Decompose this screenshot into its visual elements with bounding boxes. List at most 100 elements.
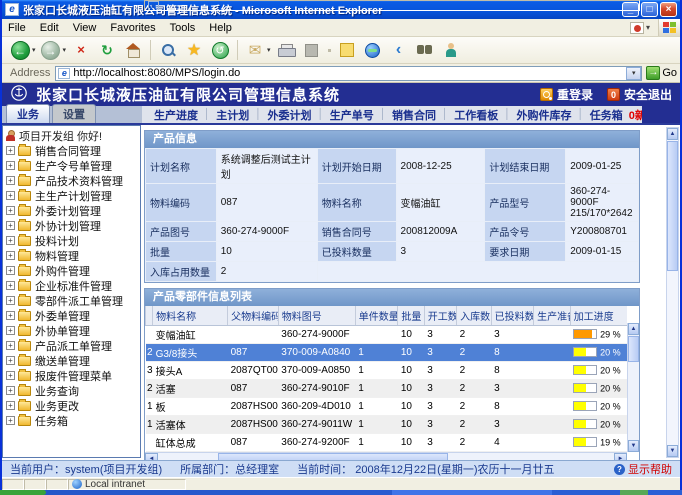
expand-icon[interactable]: + xyxy=(6,371,15,380)
tree-item[interactable]: +外委计划管理 xyxy=(5,203,140,218)
tree-item[interactable]: +缴送单管理 xyxy=(5,353,140,368)
help-link[interactable]: ? 显示帮助 xyxy=(614,461,672,477)
scroll-thumb[interactable] xyxy=(628,336,639,362)
menu-item[interactable]: File xyxy=(8,22,26,34)
addon-icon[interactable] xyxy=(630,22,644,34)
expand-icon[interactable]: + xyxy=(6,176,15,185)
tree-item[interactable]: +投料计划 xyxy=(5,233,140,248)
scroll-down-icon[interactable]: ▼ xyxy=(628,440,639,452)
research-button[interactable] xyxy=(413,38,437,62)
expand-icon[interactable]: + xyxy=(6,326,15,335)
table-row[interactable]: 变幅油缸360-274-9000F1032329 % xyxy=(146,326,628,344)
back-dropdown-icon[interactable]: ▾ xyxy=(32,46,36,54)
mail-button[interactable]: ✉ xyxy=(243,38,267,62)
home-button[interactable] xyxy=(121,38,145,62)
tree-item[interactable]: +零部件派工单管理 xyxy=(5,293,140,308)
tree-item[interactable]: +外协计划管理 xyxy=(5,218,140,233)
expand-icon[interactable]: + xyxy=(6,386,15,395)
nav-item[interactable]: 主计划 xyxy=(216,107,249,123)
tree-item[interactable]: +报废件管理菜单 xyxy=(5,368,140,383)
tab-business[interactable]: 业务 xyxy=(6,104,50,123)
tree-item[interactable]: +外购件管理 xyxy=(5,263,140,278)
expand-icon[interactable]: + xyxy=(6,296,15,305)
nav-item[interactable]: 生产进度 xyxy=(154,107,198,123)
table-row[interactable]: 3接头A2087QT002370-009-A085011032820 % xyxy=(146,362,628,380)
favorites-button[interactable]: ★ xyxy=(182,38,206,62)
column-header[interactable]: 单件数量 xyxy=(355,306,398,326)
table-row[interactable]: 2活塞087360-274-9010F11032320 % xyxy=(146,380,628,398)
address-input[interactable]: e http://localhost:8080/MPS/login.do ▾ xyxy=(55,66,642,81)
column-header[interactable]: 生产准备 xyxy=(534,306,570,326)
expand-icon[interactable]: + xyxy=(6,266,15,275)
table-row[interactable]: 1活塞体2087HS002360-274-9011W11032320 % xyxy=(146,416,628,434)
scroll-thumb[interactable] xyxy=(667,141,678,271)
expand-icon[interactable]: + xyxy=(6,341,15,350)
expand-icon[interactable]: + xyxy=(6,221,15,230)
tree-item[interactable]: +物料管理 xyxy=(5,248,140,263)
refresh-button[interactable]: ↻ xyxy=(95,38,119,62)
stop-button[interactable]: × xyxy=(69,38,93,62)
tree-item[interactable]: +外委单管理 xyxy=(5,308,140,323)
column-header[interactable]: 入库数 xyxy=(457,306,491,326)
table-row[interactable]: 2G3/8接头087370-009-A084011032820 % xyxy=(146,344,628,362)
column-header[interactable]: 物料图号 xyxy=(278,306,355,326)
expand-icon[interactable]: + xyxy=(6,236,15,245)
table-row[interactable]: 缸体总成087360-274-9200F11032419 % xyxy=(146,434,628,452)
quick-nav-button[interactable]: ‹ xyxy=(387,38,411,62)
scroll-thumb[interactable] xyxy=(218,453,448,460)
tree-item[interactable]: +产品派工单管理 xyxy=(5,338,140,353)
print-button[interactable] xyxy=(274,38,298,62)
table-row[interactable]: 1板2087HS002360-209-4D01011032820 % xyxy=(146,398,628,416)
column-header[interactable]: 开工数 xyxy=(424,306,456,326)
tree-item[interactable]: +外协单管理 xyxy=(5,323,140,338)
logout-button[interactable]: 0 安全退出 xyxy=(607,86,672,103)
messenger-globe-button[interactable] xyxy=(361,38,385,62)
column-header[interactable]: 加工进度 xyxy=(570,306,627,326)
scroll-track[interactable] xyxy=(448,453,614,460)
scroll-down-icon[interactable]: ▼ xyxy=(667,445,678,457)
scroll-left-icon[interactable]: ◄ xyxy=(145,453,158,460)
search-button[interactable] xyxy=(156,38,180,62)
addon-dropdown-icon[interactable]: ▾ xyxy=(646,23,650,32)
parts-horizontal-scrollbar[interactable]: ◄ ► xyxy=(145,452,627,460)
forward-dropdown-icon[interactable]: ▾ xyxy=(63,46,67,54)
scroll-right-icon[interactable]: ► xyxy=(614,453,627,460)
scroll-up-icon[interactable]: ▲ xyxy=(667,128,678,140)
tree-item[interactable]: +任务箱 xyxy=(5,413,140,428)
history-button[interactable]: ↺ xyxy=(208,38,232,62)
tree-item[interactable]: +企业标准件管理 xyxy=(5,278,140,293)
tree-item[interactable]: +生产令号单管理 xyxy=(5,158,140,173)
menu-item[interactable]: Tools xyxy=(170,22,196,34)
tree-item[interactable]: +销售合同管理 xyxy=(5,143,140,158)
column-header[interactable]: 父物料编码 xyxy=(228,306,279,326)
menu-item[interactable]: Edit xyxy=(40,22,59,34)
nav-item[interactable]: 外购件库存 xyxy=(517,107,572,123)
messenger-button[interactable] xyxy=(439,38,463,62)
expand-icon[interactable]: + xyxy=(6,146,15,155)
nav-item[interactable]: 任务箱 xyxy=(590,107,623,123)
taskbox-new-badge[interactable]: 0新 xyxy=(629,107,642,123)
maximize-button[interactable]: □ xyxy=(641,2,658,17)
page-vertical-scrollbar[interactable]: ▲ ▼ xyxy=(666,127,679,458)
edit-button[interactable] xyxy=(300,38,324,62)
expand-icon[interactable]: + xyxy=(6,401,15,410)
go-button[interactable]: → Go xyxy=(646,66,677,80)
menu-item[interactable]: View xyxy=(73,22,97,34)
expand-icon[interactable]: + xyxy=(6,356,15,365)
back-button[interactable]: ← xyxy=(8,38,32,62)
column-header[interactable]: 已投料数 xyxy=(491,306,534,326)
expand-icon[interactable]: + xyxy=(6,191,15,200)
taskbar[interactable] xyxy=(0,490,682,495)
nav-item[interactable]: 生产单号 xyxy=(330,107,374,123)
tab-settings[interactable]: 设置 xyxy=(52,104,96,123)
tree-item[interactable]: +业务更改 xyxy=(5,398,140,413)
forward-button[interactable]: → xyxy=(39,38,63,62)
relogin-button[interactable]: 重登录 xyxy=(540,86,593,103)
nav-item[interactable]: 外委计划 xyxy=(268,107,312,123)
nav-item[interactable]: 工作看板 xyxy=(454,107,498,123)
parts-vertical-scrollbar[interactable]: ▲ ▼ xyxy=(627,323,639,452)
scroll-up-icon[interactable]: ▲ xyxy=(628,323,639,335)
mail-dropdown-icon[interactable]: ▾ xyxy=(267,46,271,54)
column-header[interactable]: 物料名称 xyxy=(153,306,228,326)
expand-icon[interactable]: + xyxy=(6,416,15,425)
